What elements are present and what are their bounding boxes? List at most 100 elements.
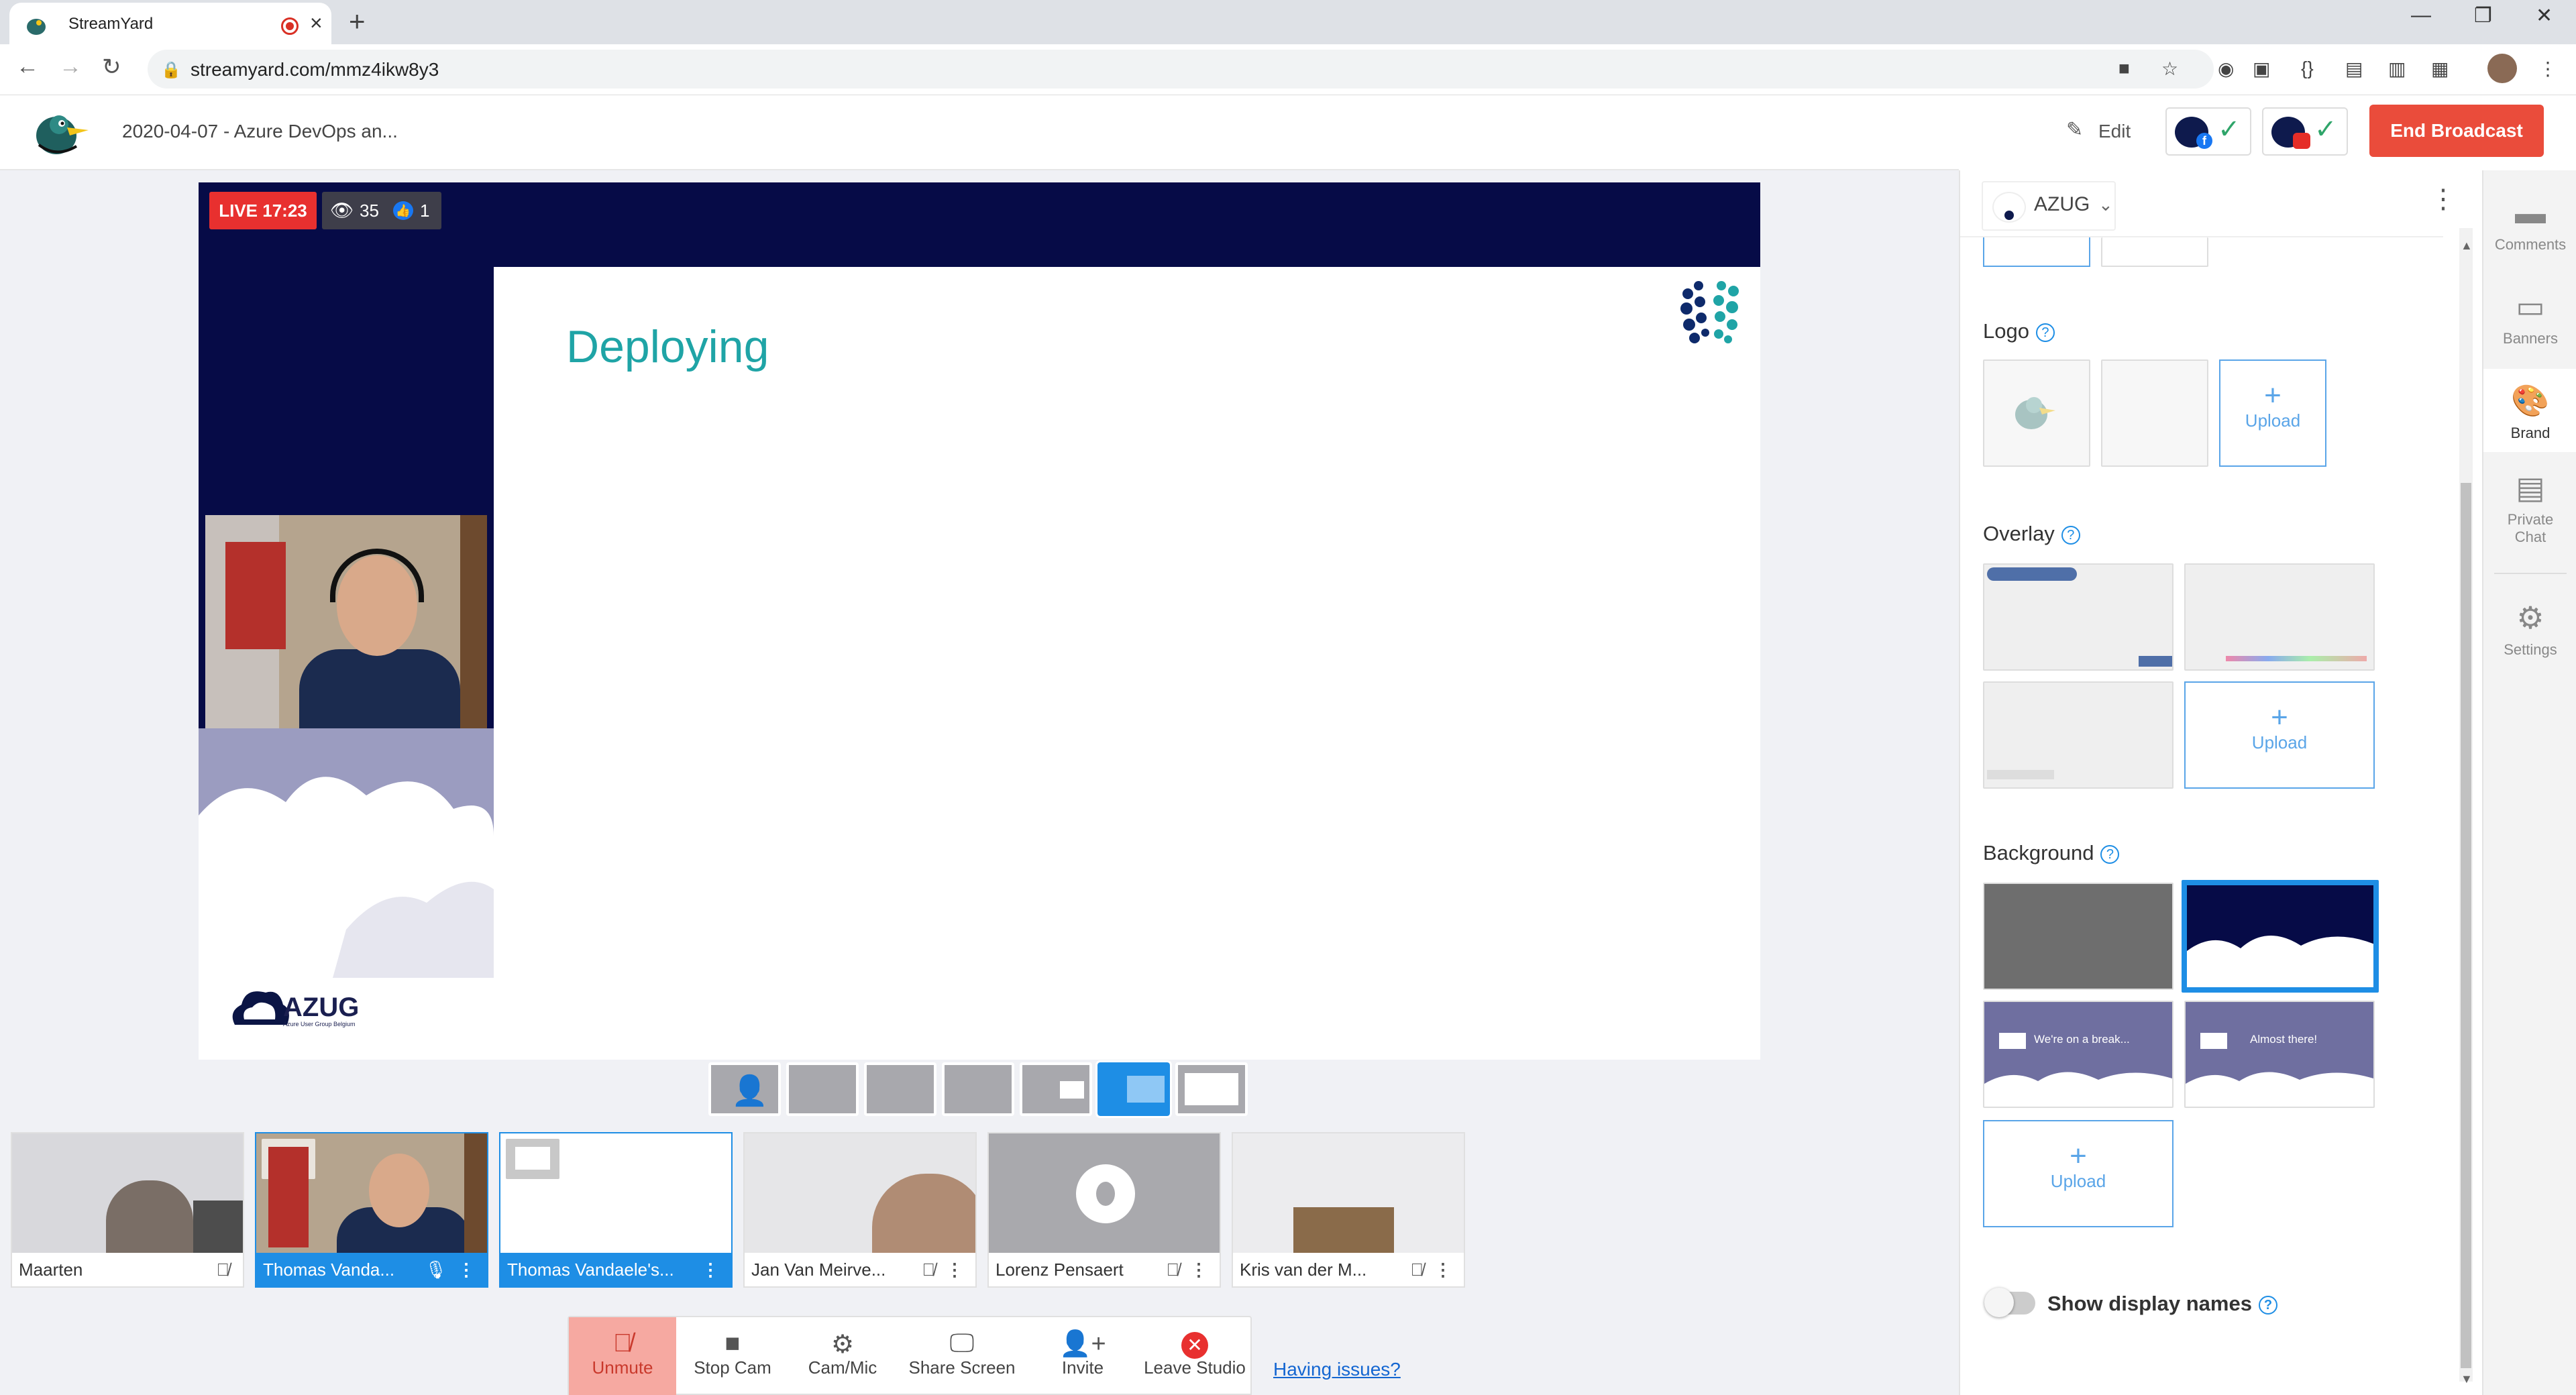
rail-banners[interactable]: ▭ Banners — [2483, 288, 2576, 347]
brand-selector[interactable]: AZUG ⌄ — [1982, 181, 2116, 231]
background-thumb[interactable]: We're on a break... — [1983, 1001, 2174, 1108]
help-icon[interactable]: ? — [2061, 525, 2080, 545]
gear-icon: ⚙ — [2516, 600, 2544, 635]
close-window-icon[interactable]: ✕ — [2536, 4, 2553, 27]
check-icon: ✓ — [2218, 115, 2241, 144]
more-options-icon[interactable]: ⋮ — [702, 1253, 719, 1286]
more-options-icon[interactable]: ⋮ — [2430, 184, 2457, 215]
broadcast-title[interactable]: 2020-04-07 - Azure DevOps an... — [122, 121, 398, 142]
background-upload-button[interactable]: + Upload — [1983, 1120, 2174, 1227]
having-issues-link[interactable]: Having issues? — [1273, 1359, 1401, 1380]
extension-icon[interactable]: ▣ — [2253, 58, 2270, 80]
help-icon[interactable]: ? — [2100, 844, 2120, 864]
main-webcam-feed — [205, 515, 487, 728]
partial-tile[interactable] — [2101, 237, 2208, 267]
share-screen-button[interactable]: 🖵 Share Screen — [896, 1317, 1028, 1395]
layout-group-button[interactable] — [864, 1062, 936, 1116]
participant-tile[interactable]: Thomas Vandaele's... ⋮ — [499, 1132, 733, 1288]
scroll-up-icon[interactable]: ▲ — [2461, 239, 2473, 253]
logo-thumb[interactable] — [2101, 359, 2208, 467]
rail-settings[interactable]: ⚙ Settings — [2483, 600, 2576, 659]
browser-tab[interactable]: StreamYard × — [9, 3, 331, 44]
extension-icon[interactable]: ▥ — [2388, 58, 2406, 80]
destination-facebook[interactable]: f ✓ — [2165, 107, 2251, 156]
overlay-thumb[interactable] — [1983, 681, 2174, 789]
layout-leader-button[interactable] — [942, 1062, 1014, 1116]
invite-button[interactable]: 👤+ Invite — [1028, 1317, 1138, 1395]
cam-mic-button[interactable]: ⚙ Cam/Mic — [789, 1317, 896, 1395]
participant-name: Thomas Vanda... 🎙 ⋮ — [256, 1253, 487, 1286]
mic-muted-icon[interactable]: 🎙̸ — [1167, 1253, 1180, 1286]
participant-tile[interactable]: Jan Van Meirve... 🎙̸ ⋮ — [743, 1132, 977, 1288]
bookshelf — [1293, 1207, 1394, 1254]
brand-name: AZUG — [2034, 193, 2090, 215]
new-tab-button[interactable]: + — [349, 5, 366, 38]
mic-muted-icon[interactable]: 🎙̸ — [1411, 1253, 1424, 1286]
reload-icon[interactable]: ↻ — [102, 54, 121, 80]
toggle-knob[interactable] — [1984, 1288, 2014, 1317]
participant-name-label: Jan Van Meirve... — [751, 1260, 886, 1280]
profile-avatar[interactable] — [2487, 54, 2517, 83]
extension-icon[interactable]: ◉ — [2218, 58, 2234, 80]
edit-button[interactable]: Edit — [2098, 121, 2131, 142]
menu-icon[interactable]: ⋮ — [2538, 58, 2557, 80]
url-text[interactable]: streamyard.com/mmz4ikw8y3 — [191, 59, 439, 80]
layout-sidebar-button[interactable] — [1095, 1060, 1172, 1118]
rail-private-chat[interactable]: ▤ Private Chat — [2483, 469, 2576, 546]
overlay-thumb[interactable] — [1983, 563, 2174, 671]
overlay-upload-button[interactable]: + Upload — [2184, 681, 2375, 789]
unmute-button[interactable]: 🎙̸ Unmute — [569, 1317, 676, 1395]
layout-solo-button[interactable]: 👤 — [708, 1062, 781, 1116]
eye-icon: 👁 — [330, 200, 354, 221]
edit-icon[interactable]: ✎ — [2066, 118, 2083, 142]
background-thumb-selected[interactable] — [2182, 880, 2379, 993]
like-count: 1 — [420, 201, 430, 221]
end-broadcast-button[interactable]: End Broadcast — [2369, 105, 2544, 157]
rail-comments[interactable]: ▬ Comments — [2483, 194, 2576, 254]
layout-fullscreen-button[interactable] — [1175, 1062, 1248, 1116]
leave-studio-button[interactable]: ✕ Leave Studio — [1138, 1317, 1252, 1395]
close-tab-icon[interactable]: × — [310, 11, 323, 36]
extension-icon[interactable]: ▦ — [2431, 58, 2449, 80]
back-icon[interactable]: ← — [16, 54, 39, 80]
participant-tile[interactable]: Lorenz Pensaert 🎙̸ ⋮ — [987, 1132, 1221, 1288]
participant-tile[interactable]: Kris van der M... 🎙̸ ⋮ — [1232, 1132, 1465, 1288]
camera-icon[interactable]: ■ — [2118, 58, 2130, 79]
extension-icon[interactable]: {} — [2301, 58, 2314, 79]
more-options-icon[interactable]: ⋮ — [946, 1253, 963, 1286]
background-thumb[interactable]: Almost there! — [2184, 1001, 2375, 1108]
minimize-icon[interactable]: — — [2411, 4, 2431, 27]
layout-screen-button[interactable] — [1020, 1062, 1092, 1116]
participant-tile[interactable]: Thomas Vanda... 🎙 ⋮ — [255, 1132, 488, 1288]
stop-cam-button[interactable]: ■ Stop Cam — [676, 1317, 789, 1395]
help-icon[interactable]: ? — [2258, 1295, 2277, 1315]
background-thumb[interactable] — [1983, 883, 2174, 990]
url-field[interactable] — [148, 50, 2214, 89]
mic-icon[interactable]: 🎙 — [425, 1253, 447, 1286]
logo-upload-button[interactable]: + Upload — [2219, 359, 2326, 467]
mic-muted-icon[interactable]: 🎙̸ — [217, 1253, 230, 1286]
bookmark-star-icon[interactable]: ☆ — [2161, 58, 2178, 80]
forward-icon[interactable]: → — [59, 54, 82, 80]
scrollbar-thumb[interactable] — [2461, 483, 2471, 1368]
rail-brand[interactable]: 🎨 Brand — [2483, 369, 2576, 452]
help-icon[interactable]: ? — [2035, 323, 2055, 342]
scroll-down-icon[interactable]: ▼ — [2461, 1372, 2473, 1386]
more-options-icon[interactable]: ⋮ — [458, 1253, 475, 1286]
overlay-thumb[interactable] — [2184, 563, 2375, 671]
more-options-icon[interactable]: ⋮ — [1190, 1253, 1208, 1286]
side-rail: ▬ Comments ▭ Banners 🎨 Brand ▤ Private Chat ⚙… — [2482, 170, 2576, 1395]
mic-muted-icon: 🎙̸ — [612, 1329, 633, 1357]
streamyard-logo[interactable] — [30, 105, 91, 158]
extension-icon[interactable]: ▤ — [2345, 58, 2363, 80]
more-options-icon[interactable]: ⋮ — [1434, 1253, 1452, 1286]
restore-icon[interactable]: ❐ — [2474, 4, 2492, 27]
screen-icon[interactable] — [506, 1139, 559, 1179]
logo-thumb[interactable] — [1983, 359, 2090, 467]
partial-tile[interactable] — [1983, 237, 2090, 267]
layout-thin-button[interactable] — [786, 1062, 859, 1116]
webcam-feed — [745, 1133, 975, 1261]
mic-muted-icon[interactable]: 🎙̸ — [922, 1253, 936, 1286]
participant-tile[interactable]: Maarten 🎙̸ — [11, 1132, 244, 1288]
destination-youtube[interactable]: ✓ — [2262, 107, 2348, 156]
